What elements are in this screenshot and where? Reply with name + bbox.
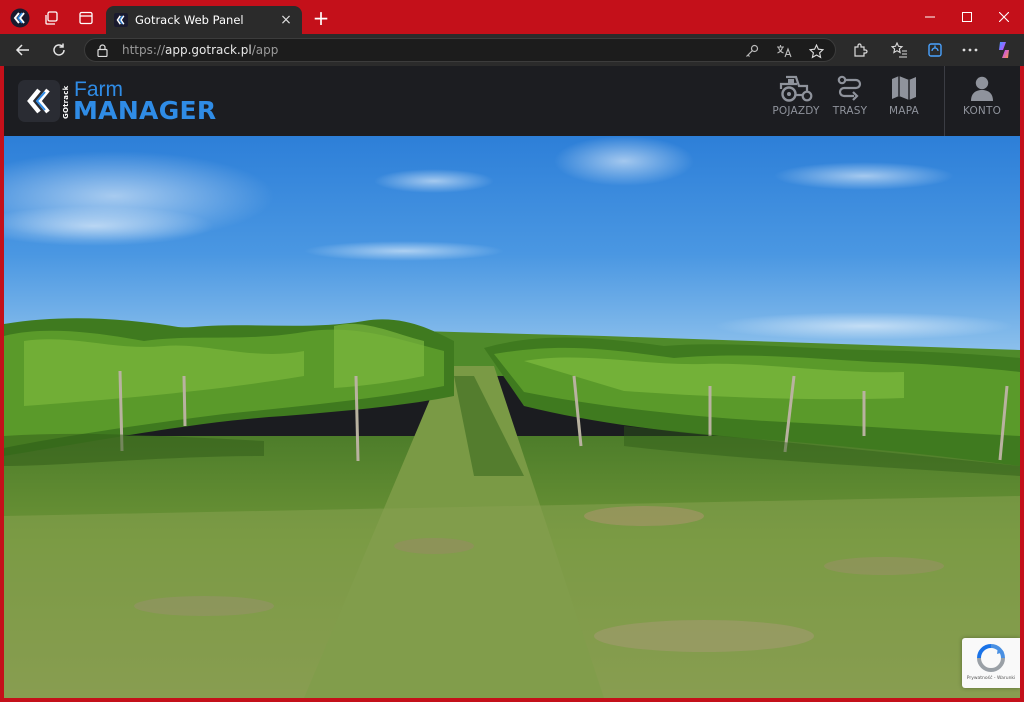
logo-line-manager: MANAGER — [73, 96, 217, 125]
route-icon — [837, 75, 862, 101]
farm-manager-logo[interactable]: GOtrack Farm MANAGER — [18, 79, 218, 125]
recaptcha-badge[interactable]: Prywatność - Warunki — [962, 638, 1020, 688]
favorite-star-icon[interactable] — [808, 43, 824, 59]
user-icon — [971, 76, 993, 101]
browser-toolbar: https://app.gotrack.pl/app — [0, 34, 1024, 66]
close-window-icon[interactable] — [984, 6, 1024, 28]
nav-pojazdy[interactable]: POJAZDY — [770, 74, 822, 128]
nav-konto[interactable]: KONTO — [959, 74, 1005, 128]
logo-brand: GOtrack — [62, 85, 70, 119]
tab-close-icon[interactable]: × — [278, 12, 294, 28]
browser-titlebar: Gotrack Web Panel × + — [0, 0, 1024, 34]
minimize-icon[interactable] — [910, 6, 950, 28]
nav-divider — [944, 66, 945, 136]
tractor-icon — [779, 75, 813, 102]
favorites-icon[interactable] — [889, 41, 909, 59]
back-icon[interactable] — [11, 39, 35, 61]
extensions-icon[interactable] — [850, 41, 870, 59]
nav-mapa[interactable]: MAPA — [885, 74, 923, 128]
refresh-icon[interactable] — [47, 39, 71, 61]
copilot-icon[interactable] — [994, 41, 1014, 59]
web-page: GOtrack Farm MANAGER POJAZDY TRASY MAPA … — [4, 66, 1020, 698]
map-icon — [892, 76, 916, 100]
app-header: GOtrack Farm MANAGER POJAZDY TRASY MAPA … — [4, 66, 1020, 136]
browser-essentials-icon[interactable] — [925, 41, 945, 59]
translate-icon[interactable] — [776, 43, 792, 59]
recaptcha-icon — [977, 644, 1005, 672]
more-options-icon[interactable] — [960, 41, 980, 59]
logo-chevrons-icon — [18, 80, 60, 122]
url-text[interactable]: https://app.gotrack.pl/app — [122, 43, 278, 57]
tab-title: Gotrack Web Panel — [135, 13, 244, 27]
new-tab-button[interactable]: + — [310, 8, 332, 30]
profile-icon[interactable] — [8, 7, 32, 29]
vineyard-hero-image: Prywatność - Warunki — [4, 136, 1020, 698]
favicon-icon — [114, 13, 128, 27]
nav-trasy[interactable]: TRASY — [830, 74, 870, 128]
browser-tab-active[interactable]: Gotrack Web Panel × — [106, 6, 302, 34]
lock-icon[interactable] — [97, 43, 108, 57]
address-bar[interactable]: https://app.gotrack.pl/app — [84, 38, 836, 62]
key-icon[interactable] — [744, 43, 760, 59]
tab-actions-icon[interactable] — [74, 7, 98, 29]
workspaces-icon[interactable] — [40, 7, 64, 29]
recaptcha-text[interactable]: Prywatność - Warunki — [967, 676, 1016, 681]
maximize-icon[interactable] — [947, 6, 987, 28]
